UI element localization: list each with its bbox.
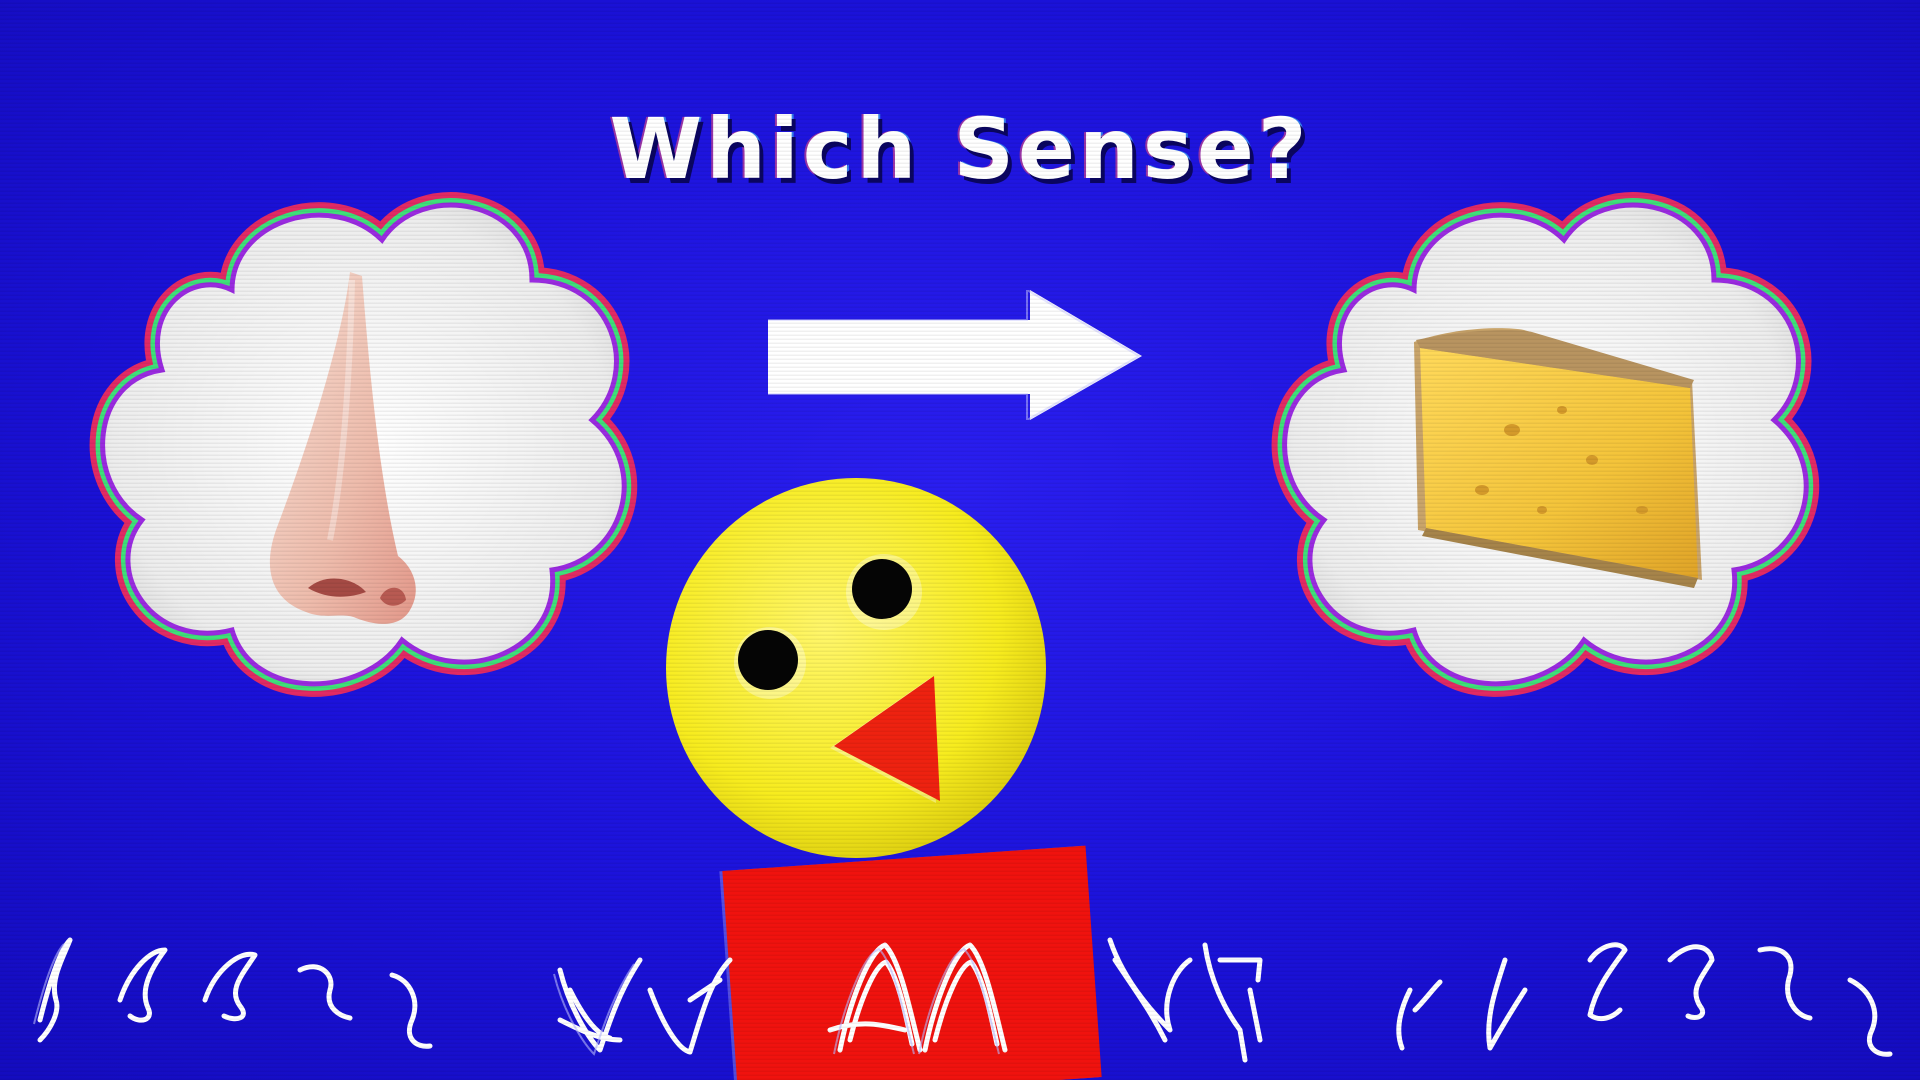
glitch-glyph [647, 957, 733, 1055]
glitch-glyph [1587, 942, 1628, 1022]
glitch-ticker [0, 920, 1920, 1070]
glitch-glyph [922, 942, 1008, 1053]
glitch-glyph [37, 937, 73, 1043]
glitch-glyph [389, 972, 433, 1049]
glitch-glyph [1757, 946, 1813, 1021]
nose-bubble [80, 180, 660, 724]
glitch-glyph [827, 942, 923, 1053]
glitch-glyph [117, 947, 168, 1023]
nose-bubble-cloud [89, 192, 638, 697]
glitch-glyph [1847, 977, 1893, 1057]
mascot-face-icon [664, 476, 1054, 870]
glitch-glyph [1107, 937, 1193, 1043]
glitch-glyph [1202, 942, 1263, 1063]
arrow-right-icon [764, 288, 1148, 424]
cheese-bubble-cloud [1271, 192, 1820, 697]
glitch-glyph [202, 951, 258, 1022]
game-screen: Which Sense? [0, 0, 1920, 1080]
cheese-bubble [1262, 180, 1842, 724]
glitch-glyph [1486, 957, 1528, 1051]
glitch-glyph [1667, 944, 1715, 1021]
glitch-glyph [297, 964, 353, 1021]
glitch-glyph [1396, 979, 1443, 1051]
